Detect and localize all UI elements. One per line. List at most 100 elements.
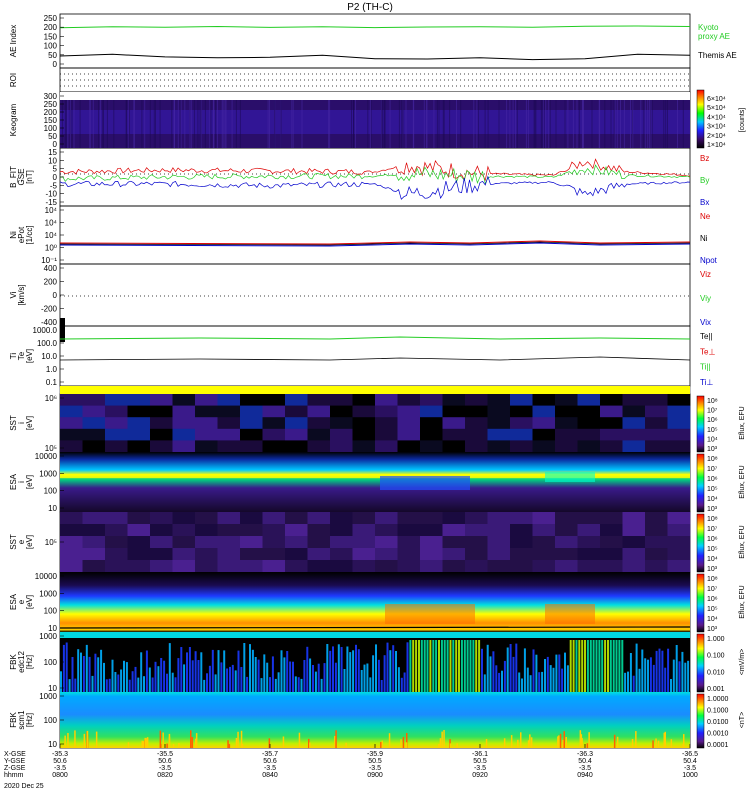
keogram-streak-133 [650, 100, 652, 148]
sst-electron-block-13-3 [352, 548, 376, 561]
keogram-streak-147 [477, 100, 479, 148]
fbk-efield-bar-70 [260, 678, 263, 692]
ytick-ae-3: 100 [44, 42, 58, 51]
fbk-bfield-bar-29 [563, 731, 565, 748]
sst-electron-block-9-4 [262, 560, 286, 573]
footer-row-label-0: X-GSE [4, 751, 26, 758]
fbk-efield-bar-195 [618, 640, 621, 692]
sst-electron-block-22-2 [555, 536, 578, 549]
keogram-streak-158 [512, 100, 514, 148]
footer-z-1: -3.5 [159, 765, 171, 772]
fbk-bfield-bar-75 [405, 742, 408, 748]
sst-ion-block-1-3 [82, 428, 106, 441]
fbk-efield-bar-170 [546, 656, 549, 692]
fbk-bfield-bar-28 [282, 736, 285, 748]
cbar-tick-esa_e-1: 10⁷ [707, 586, 718, 593]
sst-electron-block-15-3 [397, 548, 421, 561]
fbk-efield-bar-163 [526, 667, 529, 692]
sst-electron-block-10-2 [285, 536, 308, 549]
esa-electron-panel [59, 572, 691, 632]
esa-ion-plasmasheet-band [60, 474, 690, 478]
footer-row-label-4: 2020 Dec 25 [4, 783, 44, 790]
cbar-label-sst_i: Eflux, EFU [739, 406, 746, 439]
sst-electron-block-9-0 [262, 512, 286, 525]
cbar-tick-fbk_b-3: 0.0010 [707, 731, 729, 738]
fbk-efield-bar-193 [612, 640, 615, 692]
sst-electron-block-5-2 [172, 536, 196, 549]
fbk-bfield-bar-40 [195, 733, 198, 748]
legend-bfit-0: Bz [700, 154, 709, 163]
fbk-efield-bar-4 [71, 657, 74, 692]
sst-electron-block-7-2 [217, 536, 241, 549]
sst-electron-block-3-1 [127, 524, 151, 537]
fbk-bfield-bar-25 [586, 743, 589, 748]
sst-ion-block-2-3 [105, 428, 128, 441]
fbk-efield-bar-151 [492, 651, 495, 692]
sst-ion-block-3-1 [127, 405, 151, 418]
keogram-streak-79 [525, 100, 527, 148]
fbk-efield-bar-140 [460, 640, 463, 692]
fbk-bfield-bar-66 [162, 732, 164, 748]
sst-ion-block-13-3 [352, 428, 376, 441]
sst-electron-block-16-4 [420, 560, 443, 573]
sst-electron-block-25-4 [622, 560, 646, 573]
sst-ion-block-16-0 [420, 394, 443, 406]
fbk-efield-bar-27 [137, 677, 140, 692]
keogram-streak-36 [613, 100, 615, 148]
sst-electron-block-10-3 [285, 548, 308, 561]
fbk-efield-bar-103 [355, 644, 357, 692]
fbk-bfield-bar-69 [309, 742, 311, 748]
frame-roi [59, 67, 691, 93]
esa-electron-image [60, 572, 690, 632]
ylabel-fbk_e-2: [Hz] [25, 655, 34, 669]
fbk-efield-bar-171 [549, 665, 552, 692]
fbk-efield-bar-152 [495, 665, 498, 692]
fbk-bfield-bar-18 [439, 738, 442, 748]
fbk-efield-bar-175 [561, 668, 564, 692]
keogram-streak-82 [197, 100, 199, 148]
fbk-efield-bar-61 [234, 670, 237, 692]
ytick-vi-1: 200 [44, 278, 58, 287]
fbk-efield-bar-167 [538, 672, 541, 692]
fbk-bfield-bar-6 [141, 740, 143, 748]
fbk-bfield-bar-54 [74, 730, 76, 748]
fbk-efield-bar-166 [535, 654, 538, 692]
keogram-streak-35 [369, 100, 371, 148]
fbk-efield-bar-160 [518, 672, 521, 692]
sst-ion-colorbar [696, 395, 705, 453]
sst-ion-block-7-0 [217, 394, 241, 406]
sst-electron-block-2-4 [105, 560, 128, 573]
sst-ion-block-1-1 [82, 405, 106, 418]
sst-ion-block-27-4 [667, 440, 691, 453]
sst-ion-block-10-1 [285, 405, 308, 418]
sst-ion-block-4-0 [150, 394, 173, 406]
cbar-tick-fbk_e-3: 0.001 [707, 686, 725, 693]
keogram-streak-69 [329, 100, 331, 148]
sst-ion-block-1-4 [82, 440, 106, 453]
keogram-streak-63 [89, 100, 91, 148]
fbk-efield-bar-194 [615, 640, 618, 692]
footer-t-1: 0820 [157, 772, 173, 779]
fbk-efield-bar-24 [128, 679, 131, 692]
sst-electron-block-7-4 [217, 560, 241, 573]
footer-z-3: -3.5 [369, 765, 381, 772]
fbk-bfield-bar-13 [95, 731, 98, 748]
keogram-streak-91 [436, 100, 438, 148]
footer-x-3: -35.9 [367, 751, 383, 758]
fbk-efield-bar-165 [532, 649, 535, 692]
fbk-efield-bar-131 [435, 640, 438, 692]
fbk-efield-bar-93 [326, 644, 329, 692]
sst-electron-block-21-3 [532, 548, 556, 561]
sst-electron-block-17-3 [442, 548, 466, 561]
sst-ion-block-20-3 [510, 428, 533, 441]
cbar-tick-sst_i-4: 10⁴ [707, 436, 718, 443]
sst-electron-block-4-1 [150, 524, 173, 537]
fbk-efield-bar-204 [644, 658, 647, 692]
footer-x-2: -35.7 [262, 751, 278, 758]
fbk-bfield-bar-23 [64, 735, 66, 748]
ytick-ni-3: 10⁰ [45, 244, 57, 253]
keogram-streak-118 [210, 100, 212, 148]
sst-electron-block-18-2 [465, 536, 488, 549]
footer-x-0: -35.3 [52, 751, 68, 758]
fbk-efield-bar-216 [678, 661, 681, 692]
